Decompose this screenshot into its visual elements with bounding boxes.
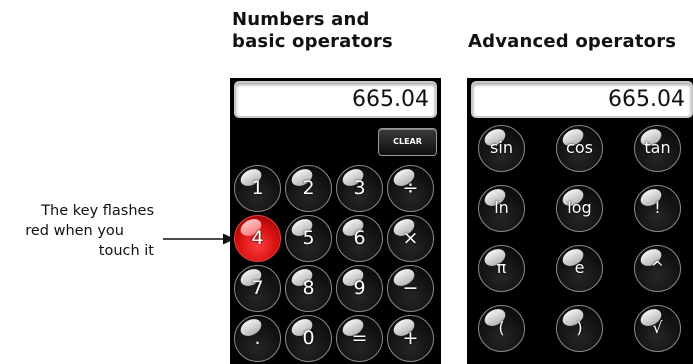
annotation-line-1: The key flashes [41,203,154,219]
clear-button[interactable]: CLEAR [378,128,437,156]
key-log-label: log [567,198,592,217]
annotation-arrow-icon [163,233,235,245]
heading-advanced-operators: Advanced operators [468,31,677,52]
key-multiply-label: × [402,227,419,249]
heading-basic-line-2: basic operators [232,31,393,52]
key-ln-label: ln [494,198,509,217]
key-4-label: 4 [251,227,264,249]
key-sqrt[interactable]: √ [634,305,681,352]
key-decimal-label: . [254,327,261,349]
key-close-paren[interactable]: ) [556,305,603,352]
key-3-label: 3 [353,177,366,199]
key-equals-label: = [351,327,368,349]
key-2[interactable]: 2 [285,165,332,212]
annotation-callout: The key flashes red when you touch it [0,201,154,261]
key-tan-label: tan [644,138,671,157]
advanced-calculator-panel: 665.04 sin cos tan ln log! π e ^ () √ [467,78,693,364]
key-1-label: 1 [251,177,264,199]
key-5-label: 5 [302,227,315,249]
key-open-paren-label: ( [498,318,505,337]
key-plus[interactable]: + [387,315,434,362]
key-divide[interactable]: ÷ [387,165,434,212]
key-sin[interactable]: sin [478,125,525,172]
key-factorial[interactable]: ! [634,185,681,232]
key-multiply[interactable]: × [387,215,434,262]
key-decimal[interactable]: . [234,315,281,362]
key-e-label: e [574,258,585,277]
heading-basic-line-1: Numbers and [232,9,370,30]
key-7-label: 7 [251,277,264,299]
key-power[interactable]: ^ [634,245,681,292]
key-0[interactable]: 0 [285,315,332,362]
key-6-label: 6 [353,227,366,249]
key-pi[interactable]: π [478,245,525,292]
key-tan[interactable]: tan [634,125,681,172]
key-2-label: 2 [302,177,315,199]
key-log[interactable]: log [556,185,603,232]
basic-display: 665.04 [234,81,437,118]
key-9[interactable]: 9 [336,265,383,312]
key-e[interactable]: e [556,245,603,292]
key-equals[interactable]: = [336,315,383,362]
heading-basic-operators: Numbers and basic operators [232,9,393,53]
key-power-label: ^ [650,258,665,277]
key-minus[interactable]: − [387,265,434,312]
key-0-label: 0 [302,327,315,349]
key-4[interactable]: 4 [234,215,281,262]
annotation-line-3: touch it [98,243,154,259]
key-5[interactable]: 5 [285,215,332,262]
annotation-line-2: red when you [25,223,124,239]
key-9-label: 9 [353,277,366,299]
key-factorial-label: ! [654,198,661,217]
basic-calculator-panel: 665.04 CLEAR 1 2 3 ÷ 4 5 6 × 7 8 9 −. 0 = + [230,78,441,364]
advanced-display: 665.04 [471,81,693,118]
key-close-paren-label: ) [576,318,583,337]
key-divide-label: ÷ [402,177,419,199]
key-8[interactable]: 8 [285,265,332,312]
key-plus-label: + [402,327,419,349]
key-ln[interactable]: ln [478,185,525,232]
key-sin-label: sin [490,138,513,157]
key-minus-label: − [402,277,419,299]
key-pi-label: π [496,258,507,277]
key-1[interactable]: 1 [234,165,281,212]
key-8-label: 8 [302,277,315,299]
key-6[interactable]: 6 [336,215,383,262]
key-open-paren[interactable]: ( [478,305,525,352]
key-7[interactable]: 7 [234,265,281,312]
key-3[interactable]: 3 [336,165,383,212]
key-cos-label: cos [566,138,593,157]
key-cos[interactable]: cos [556,125,603,172]
key-sqrt-label: √ [652,318,663,337]
